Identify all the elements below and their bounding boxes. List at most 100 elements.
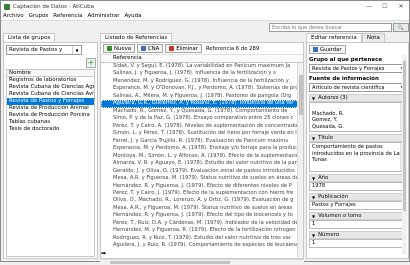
table-row[interactable]: Mesa, A.R., y Figueroa, M. (1979). Statu… [101, 205, 303, 212]
table-row[interactable]: Simón, L. y Pérez, T. (1978). Sustitució… [101, 130, 303, 137]
edit-tabs: Editar referencia Nota [306, 33, 409, 42]
table-row[interactable]: Almarza, V. R. y Aguayo, E. (1978). Estu… [101, 160, 303, 167]
table-row[interactable]: Pérez, T. y Cairo, J. (1979). Efecto de … [101, 190, 303, 197]
list-item[interactable]: Registros de laboratorios [7, 77, 94, 84]
chevron-down-icon: ▼ [312, 175, 316, 181]
edit-panel-scrollbar[interactable] [402, 55, 407, 255]
table-row[interactable]: Simó, P. y de la Paz, G. (1978). Ensayo … [101, 115, 303, 122]
table-row-text: Geraldo, J. y Oliva, O. (1979). Evaluaci… [113, 167, 295, 174]
cna-button[interactable]: CNA [136, 44, 164, 53]
table-row[interactable]: Aguilera, J. y Ruiz, R. (1979). Comporta… [101, 242, 303, 249]
list-item-selected[interactable]: Revista de Pastos y Forrajes [7, 98, 94, 105]
table-row-text: Esperance, M. y Perdomo, A. (1978). Ensi… [113, 145, 297, 152]
title-field[interactable]: Comportamiento de pastos introducidos en… [309, 142, 406, 172]
publication-field[interactable]: Pastos y Forrajes [309, 201, 406, 210]
table-row[interactable]: Menéndez, M. y Rodríguez, G. (1978). Inf… [101, 78, 303, 85]
menu-archivo[interactable]: Archivo [3, 13, 24, 19]
table-row-text: Salinas, J. y Figueroa, J. (1978). Influ… [113, 70, 276, 77]
table-row-text: Sidak, V. y Segul, E. (1978). La variabi… [113, 63, 291, 69]
volume-field[interactable]: 1 [309, 220, 406, 229]
tab-note[interactable]: Nota [361, 33, 385, 42]
year-header[interactable]: ▼ Año [309, 174, 406, 182]
scrollbar-thumb[interactable] [403, 61, 406, 211]
search-icon[interactable]: 🔍 [393, 23, 409, 32]
menu-administrar[interactable]: Administrar [88, 13, 120, 19]
table-row[interactable]: Sidak, V. y Segul, E. (1978). La variabi… [101, 63, 303, 70]
tab-groups[interactable]: Lista de grupos [3, 33, 56, 42]
source-select[interactable]: Artículo de revista científica ▼ [309, 83, 406, 92]
groups-list-header: Nombre [6, 69, 95, 77]
volume-header[interactable]: ▼ Volumen o tomo [309, 212, 406, 220]
menu-ayuda[interactable]: Ayuda [125, 13, 142, 19]
list-item[interactable]: Revista de Producción Porcina [7, 112, 94, 119]
menu-grupos[interactable]: Grupos [29, 13, 49, 19]
table-row[interactable]: Machado, R., Gómez, Y., y Quesada, G. (1… [101, 108, 303, 115]
save-button[interactable]: Guardar [309, 45, 346, 54]
chevron-down-icon[interactable]: ▼ [72, 46, 81, 54]
table-row[interactable]: Hernández, M. y Figueroa, R. (1979). Efe… [101, 227, 303, 234]
add-group-button[interactable]: + [86, 58, 96, 68]
list-item[interactable]: Tablas cubanas [7, 119, 94, 126]
table-row-text: Simón, L. y Pérez, T. (1978). Sustitució… [113, 130, 297, 137]
number-header[interactable]: ▼ Número [309, 231, 406, 239]
title-header[interactable]: ▼ Título [309, 134, 406, 142]
number-field[interactable]: 1 [309, 239, 406, 248]
publication-header[interactable]: ▼ Publicación [309, 193, 406, 201]
delete-button[interactable]: Eliminar [165, 44, 202, 53]
list-item[interactable]: Tesis de doctorado [7, 126, 94, 133]
delete-icon [169, 46, 175, 51]
new-button[interactable]: Nueva [103, 44, 135, 53]
table-row-text: Farrel, J. y García Trujillo, R. (1978).… [113, 137, 289, 144]
close-icon[interactable]: ✕ [393, 3, 409, 10]
table-row[interactable]: Hernández, R. y Figueroa, J. (1979). Efe… [101, 183, 303, 190]
tab-references[interactable]: Listado de Referencias [100, 33, 173, 42]
group-combo-value: Revista de Pastos y [9, 47, 63, 53]
table-row[interactable]: Hernández, R. y Figueroa, J. (1979). Efe… [101, 212, 303, 219]
table-row[interactable]: Mesa, A.R. y Figueroa, M. (1979). Status… [101, 175, 303, 182]
table-row[interactable]: Montoya, M., Simón, L. y Alfonso, A. (19… [101, 153, 303, 160]
table-row[interactable]: Salinas, J. y Figueroa, J. (1978). Influ… [101, 70, 303, 77]
menu-bar: Archivo Grupos Referencia Administrar Ay… [1, 12, 409, 21]
table-row[interactable]: Esperance, M. y Perdomo, A. (1978). Ensi… [101, 145, 303, 152]
vertical-scrollbar[interactable] [297, 63, 303, 257]
authors-header[interactable]: ▼ Autores (3) [309, 94, 406, 102]
new-button-label: Nueva [114, 45, 131, 52]
group-combo[interactable]: Revista de Pastos y ▼ [6, 45, 82, 55]
table-row[interactable]: Pérez, T. y Cairo, A. (1978). Niveles de… [101, 123, 303, 130]
table-row[interactable]: Pérez, T., Ruiz, D.A. y Cárdenas, M. (19… [101, 220, 303, 227]
horizontal-scrollbar[interactable] [100, 259, 304, 265]
groups-panel-body: Revista de Pastos y ▼ + Nombre Registros… [3, 42, 98, 259]
authors-label: Autores (3) [318, 95, 348, 101]
table-row[interactable]: Geraldo, J. y Oliva, O. (1979). Evaluaci… [101, 168, 303, 175]
table-row-text: Hernández, M. y Figueroa, R. (1979). Efe… [113, 227, 296, 234]
maximize-icon[interactable]: ☐ [377, 3, 393, 10]
table-row[interactable]: Esperance, M. y O'Donovan, P.J., y Perdo… [101, 85, 303, 92]
list-item[interactable]: Revista de Producción Animal [7, 105, 94, 112]
references-toolbar: Nueva CNA Eliminar Referencia 6 de 289 [101, 43, 303, 55]
cna-icon [140, 46, 146, 51]
scrollbar-thumb[interactable] [110, 261, 230, 264]
tab-edit-reference[interactable]: Editar referencia [306, 33, 362, 42]
window-title: Captación de Datos - AtiCuba [13, 3, 95, 10]
group-select[interactable]: Revista de Pastos y Forrajes ▼ [309, 64, 406, 73]
table-row[interactable]: Rodríguez, R. y Ruiz, T. (1979). Estudio… [101, 235, 303, 242]
publication-label: Publicación [318, 194, 348, 200]
authors-field[interactable]: Machado, R. Gómez, Y. Quesada, G. [309, 102, 406, 132]
table-row[interactable]: Oliva, O., Machado, R., Lorenzo, A. y Or… [101, 197, 303, 204]
reference-counter: Referencia 6 de 289 [205, 45, 260, 52]
scrollbar-thumb[interactable] [299, 75, 303, 115]
table-row-text: Menéndez, M. y Rodríguez, G. (1978). Inf… [113, 77, 289, 84]
list-item[interactable]: Revista Cubana de Ciencias Agrícolas [7, 84, 94, 91]
volume-label: Volumen o tomo [318, 213, 362, 219]
table-row[interactable]: Salinas, A., Milera, M. y Figueroa, J. (… [101, 93, 303, 100]
menu-referencia[interactable]: Referencia [53, 13, 82, 19]
minimize-icon[interactable]: — [361, 3, 377, 10]
table-row-selected[interactable]: Aguilera, G.R., Gutiérrez, A. y Rosano, … [101, 100, 303, 108]
save-icon [313, 47, 318, 52]
list-item[interactable]: Revista Cubana de Ciencias Avícola [7, 91, 94, 98]
year-field[interactable]: 1978 [309, 182, 406, 191]
table-row[interactable]: Farrel, J. y García Trujillo, R. (1978).… [101, 138, 303, 145]
search-input[interactable]: Escriba lo que desea buscar [269, 23, 392, 32]
table-row-text: Almarza, V. R. y Aguayo, E. (1978). Estu… [113, 160, 302, 167]
table-row-text: Mesa, A.R., y Figueroa, M. (1979). Statu… [113, 204, 293, 211]
